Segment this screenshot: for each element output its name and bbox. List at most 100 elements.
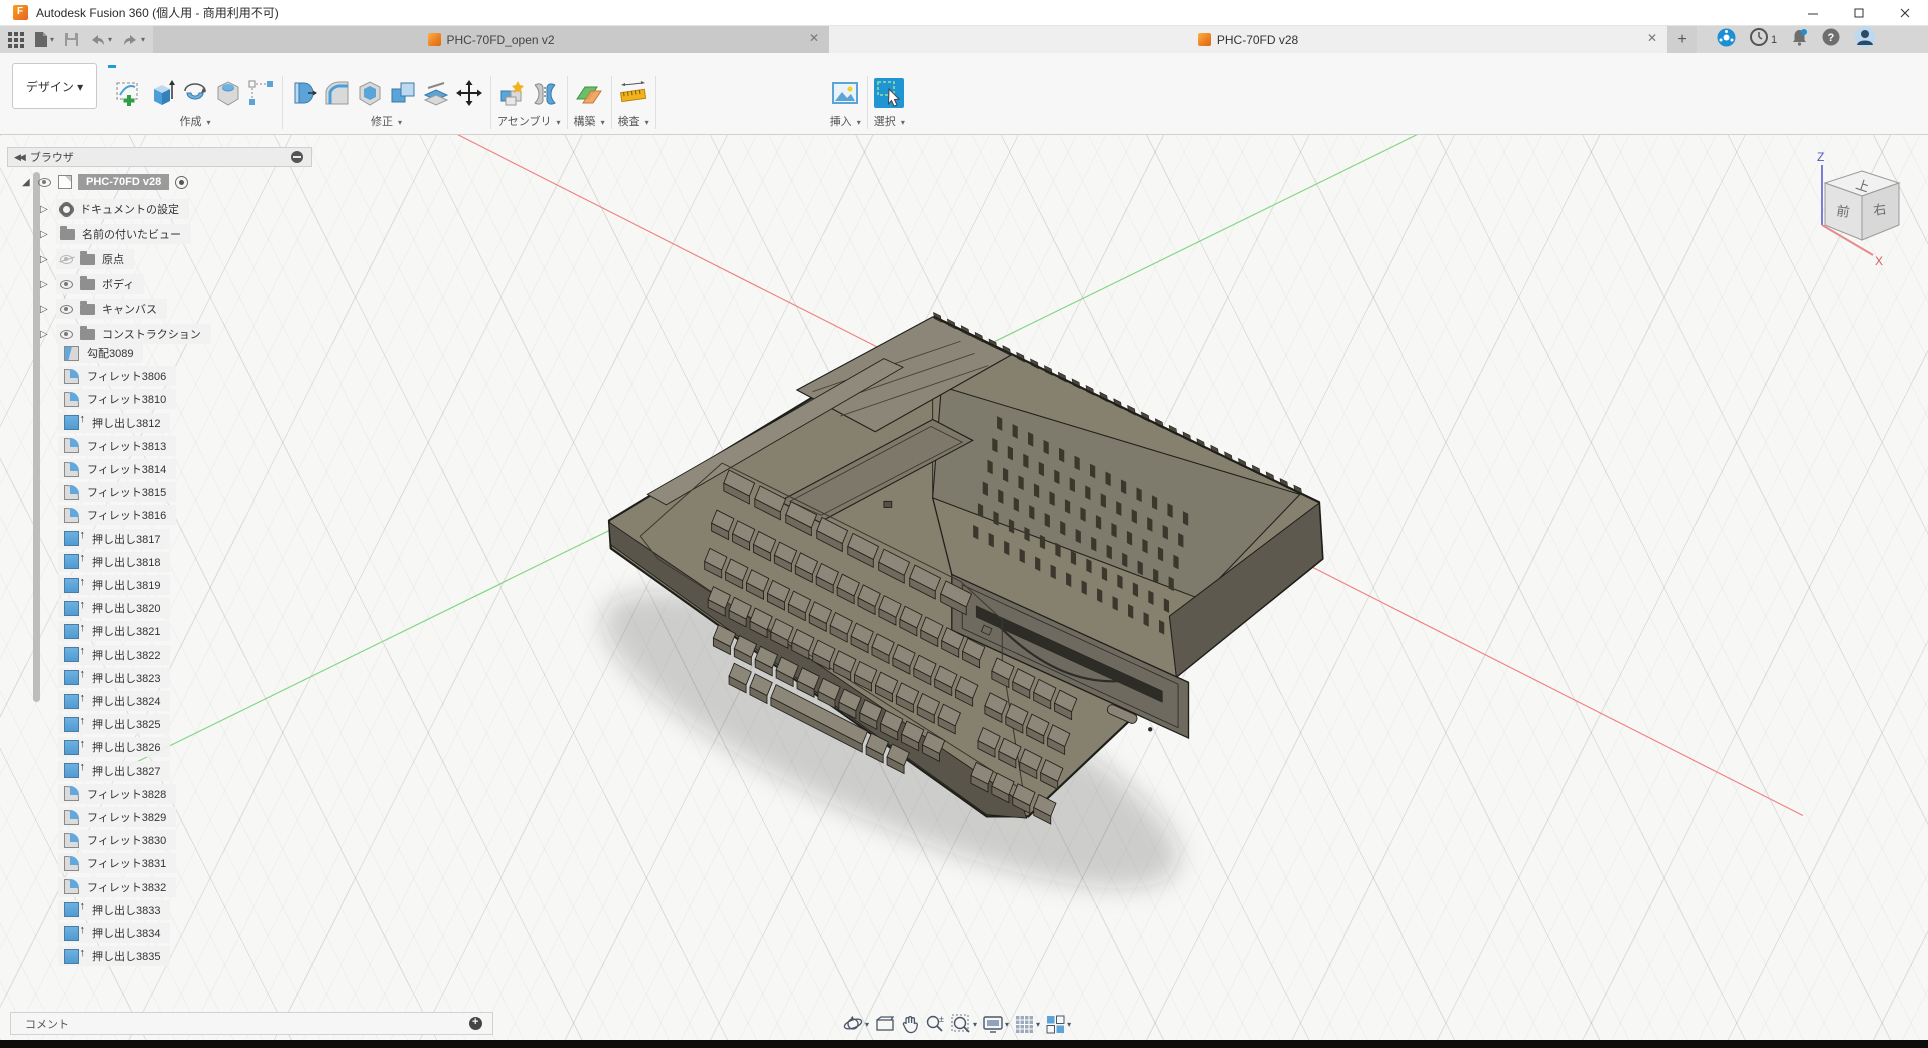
feature-row[interactable]: 押し出し3818 xyxy=(58,552,170,572)
help-icon[interactable]: ? xyxy=(1822,28,1840,51)
feature-row[interactable]: 押し出し3817 xyxy=(58,529,170,549)
feature-row[interactable]: 押し出し3812 xyxy=(58,413,170,433)
feature-row[interactable]: 押し出し3826 xyxy=(58,737,170,757)
file-menu-icon[interactable]: ▾ xyxy=(30,28,58,51)
feature-row[interactable]: 押し出し3819 xyxy=(58,575,170,595)
hole-icon[interactable] xyxy=(213,78,243,108)
measure-icon[interactable] xyxy=(618,78,648,108)
expand-arrow-icon[interactable]: ▷ xyxy=(40,254,52,265)
browser-root-row[interactable]: ◢ PHC-70FD v28 xyxy=(22,172,188,192)
feature-row[interactable]: 押し出し3822 xyxy=(58,645,170,665)
workspace-selector[interactable]: デザイン ▾ xyxy=(12,63,97,109)
ribbon-group-label[interactable]: 構築 ▾ xyxy=(574,113,605,129)
press-pull-icon[interactable] xyxy=(289,78,319,108)
offset-face-icon[interactable] xyxy=(421,78,451,108)
avatar-icon[interactable] xyxy=(1854,26,1876,53)
undo-icon[interactable]: ▾ xyxy=(85,28,116,51)
feature-row[interactable]: フィレット3828 xyxy=(58,784,176,804)
feature-row[interactable]: 押し出し3825 xyxy=(58,714,170,734)
maximize-button[interactable] xyxy=(1836,0,1882,26)
view-cube[interactable]: Z X 上 前 右 xyxy=(1795,143,1928,273)
3d-viewport[interactable] xyxy=(0,135,1928,1040)
browser-tree-row[interactable]: ▷ ドキュメントの設定 xyxy=(40,199,189,219)
ribbon-group-label[interactable]: 作成 ▾ xyxy=(179,113,210,129)
nav-tool[interactable]: ▾ xyxy=(951,1014,977,1034)
nav-tool[interactable] xyxy=(901,1014,919,1034)
shell-icon[interactable] xyxy=(355,78,385,108)
create-sketch-icon[interactable] xyxy=(114,78,144,108)
job-status-button[interactable]: 1 xyxy=(1750,28,1777,51)
expand-arrow-icon[interactable]: ◢ xyxy=(22,177,34,188)
notifications-bell-icon[interactable] xyxy=(1791,28,1808,51)
document-tab-active[interactable]: PHC-70FD v28 ✕ xyxy=(829,26,1667,53)
feature-row[interactable]: 押し出し3820 xyxy=(58,598,170,618)
hide-all-icon[interactable] xyxy=(291,151,303,163)
nav-tool[interactable]: ▾ xyxy=(983,1015,1009,1033)
feature-row[interactable]: 押し出し3835 xyxy=(58,946,170,966)
feature-row[interactable]: 押し出し3824 xyxy=(58,691,170,711)
close-button[interactable] xyxy=(1882,0,1928,26)
app-grid-icon[interactable] xyxy=(4,28,28,51)
insert-image-icon[interactable] xyxy=(830,78,860,108)
expand-arrow-icon[interactable]: ▷ xyxy=(40,229,52,240)
new-component-icon[interactable] xyxy=(497,78,527,108)
browser-scrollbar[interactable] xyxy=(33,172,40,702)
feature-row[interactable]: フィレット3810 xyxy=(58,389,176,409)
feature-row[interactable]: フィレット3813 xyxy=(58,436,176,456)
expand-arrow-icon[interactable]: ▷ xyxy=(40,204,52,215)
feature-row[interactable]: 押し出し3833 xyxy=(58,900,170,920)
feature-row[interactable]: フィレット3815 xyxy=(58,482,176,502)
ribbon-group-label[interactable]: 選択 ▾ xyxy=(874,113,905,129)
feature-row[interactable]: フィレット3832 xyxy=(58,877,176,897)
minimize-button[interactable] xyxy=(1790,0,1836,26)
feature-row[interactable]: 勾配3089 xyxy=(58,343,143,363)
ribbon-group-label[interactable]: アセンブリ ▾ xyxy=(497,113,561,129)
extrude-icon[interactable] xyxy=(147,78,177,108)
document-tab-inactive[interactable]: PHC-70FD_open v2 ✕ xyxy=(153,26,829,53)
expand-arrow-icon[interactable]: ▷ xyxy=(40,279,52,290)
feature-row[interactable]: フィレット3831 xyxy=(58,853,176,873)
revolve-icon[interactable] xyxy=(180,78,210,108)
construction-plane-icon[interactable] xyxy=(574,78,604,108)
feature-row[interactable]: フィレット3829 xyxy=(58,807,176,827)
activate-component-radio[interactable] xyxy=(175,176,188,189)
collapse-panel-icon[interactable]: ◀◀ xyxy=(14,152,24,163)
feature-row[interactable]: フィレット3806 xyxy=(58,366,176,386)
root-node-label[interactable]: PHC-70FD v28 xyxy=(78,174,169,190)
fillet-icon[interactable] xyxy=(322,78,352,108)
title-bar[interactable]: Autodesk Fusion 360 (個人用 - 商用利用不可) xyxy=(0,0,1928,26)
browser-tree-row[interactable]: ▷ キャンバス xyxy=(40,299,167,319)
feature-row[interactable]: フィレット3816 xyxy=(58,505,176,525)
browser-tree-row[interactable]: ▷ 名前の付いたビュー xyxy=(40,224,191,244)
add-comment-icon[interactable] xyxy=(469,1017,482,1030)
browser-tree-row[interactable]: ▷ 原点 xyxy=(40,249,134,269)
tab-close-icon[interactable]: ✕ xyxy=(1647,31,1657,45)
feature-row[interactable]: 押し出し3834 xyxy=(58,923,170,943)
ribbon-group-label[interactable]: 修正 ▾ xyxy=(371,113,402,129)
select-icon[interactable] xyxy=(874,78,904,108)
combine-icon[interactable] xyxy=(388,78,418,108)
save-icon[interactable] xyxy=(60,28,83,51)
nav-tool[interactable]: ▾ xyxy=(1015,1015,1040,1034)
browser-header[interactable]: ◀◀ ブラウザ xyxy=(7,147,312,167)
ribbon-group-label[interactable]: 挿入 ▾ xyxy=(830,113,861,129)
nav-tool[interactable]: ▾ xyxy=(1046,1015,1071,1034)
feature-row[interactable]: フィレット3830 xyxy=(58,830,176,850)
nav-tool[interactable]: ▾ xyxy=(843,1014,869,1034)
expand-arrow-icon[interactable]: ▷ xyxy=(40,304,52,315)
browser-tree-row[interactable]: ▷ コンストラクション xyxy=(40,324,211,344)
expand-arrow-icon[interactable]: ▷ xyxy=(40,329,52,340)
visibility-eye-icon[interactable] xyxy=(38,178,51,187)
feature-row[interactable]: 押し出し3821 xyxy=(58,621,170,641)
comment-bar[interactable]: コメント xyxy=(10,1012,493,1035)
joint-icon[interactable] xyxy=(530,78,560,108)
feature-row[interactable]: 押し出し3827 xyxy=(58,761,170,781)
tab-close-icon[interactable]: ✕ xyxy=(809,31,819,45)
move-icon[interactable] xyxy=(454,78,484,108)
nav-tool[interactable]: ± xyxy=(925,1014,945,1034)
pattern-icon[interactable] xyxy=(246,78,276,108)
feature-row[interactable]: 押し出し3823 xyxy=(58,668,170,688)
redo-icon[interactable]: ▾ xyxy=(118,28,149,51)
feature-row[interactable]: フィレット3814 xyxy=(58,459,176,479)
nav-tool[interactable] xyxy=(875,1015,895,1033)
